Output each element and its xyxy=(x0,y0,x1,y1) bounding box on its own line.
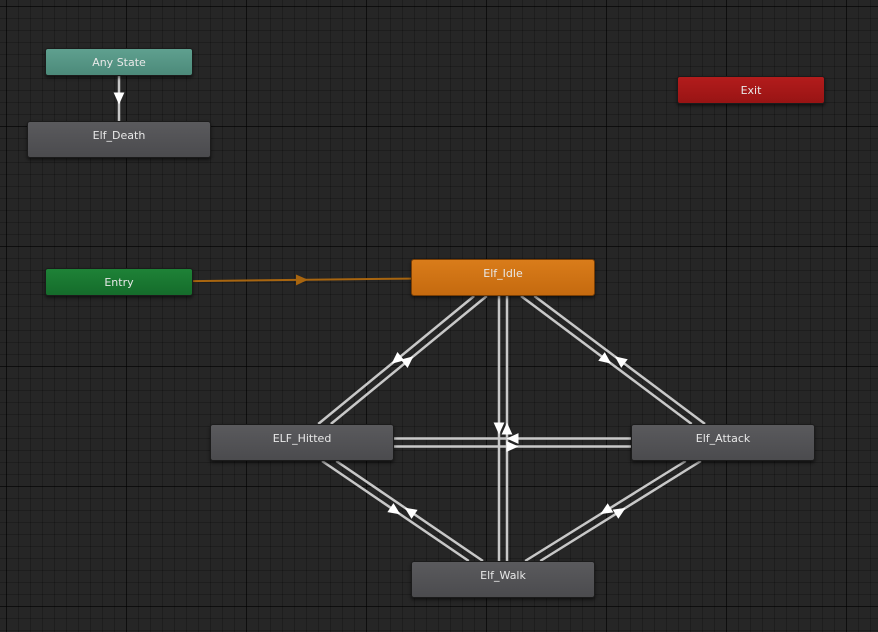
transition-arrow-icon xyxy=(295,274,308,286)
state-label: Elf_Attack xyxy=(695,432,751,445)
state-label: Exit xyxy=(740,84,762,97)
state-elf-death[interactable]: Elf_Death xyxy=(27,121,211,158)
state-exit[interactable]: Exit xyxy=(677,76,825,104)
transition-arrow-icon xyxy=(598,352,612,364)
state-label: Elf_Death xyxy=(92,129,146,142)
state-label: Elf_Walk xyxy=(480,569,526,582)
state-elf-idle[interactable]: Elf_Idle xyxy=(411,259,595,296)
state-elf-walk[interactable]: Elf_Walk xyxy=(411,561,595,598)
state-label: Elf_Idle xyxy=(483,267,523,280)
state-entry[interactable]: Entry xyxy=(45,268,193,296)
state-label: Any State xyxy=(92,56,146,69)
transition-arrow-icon xyxy=(113,92,125,105)
state-elf-attack[interactable]: Elf_Attack xyxy=(631,424,815,461)
state-label: Entry xyxy=(104,276,134,289)
transition-arrow-icon xyxy=(614,356,628,368)
animator-graph-canvas[interactable]: Any State Elf_Death Entry Exit Elf_Idle … xyxy=(0,0,878,632)
state-label: ELF_Hitted xyxy=(272,432,332,445)
state-elf-hitted[interactable]: ELF_Hitted xyxy=(210,424,394,461)
state-any-state[interactable]: Any State xyxy=(45,48,193,76)
